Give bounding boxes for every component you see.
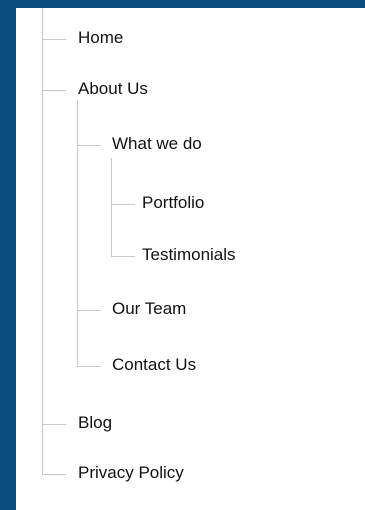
tree-line-contact-us (77, 366, 101, 367)
tree-line-testimonials (111, 256, 135, 257)
menu-item-home[interactable]: Home (78, 28, 123, 48)
menu-item-blog[interactable]: Blog (78, 413, 112, 433)
menu-item-about-us[interactable]: About Us (78, 79, 148, 99)
tree-line-level-2-vertical (111, 158, 112, 256)
tree-line-home (42, 39, 66, 40)
tree-line-our-team (77, 310, 101, 311)
menu-item-our-team[interactable]: Our Team (112, 299, 186, 319)
tree-line-level-1-vertical (77, 100, 78, 366)
tree-line-portfolio (111, 204, 135, 205)
tree-line-about-us (42, 90, 66, 91)
menu-item-contact-us[interactable]: Contact Us (112, 355, 196, 375)
menu-item-testimonials[interactable]: Testimonials (142, 245, 236, 265)
tree-line-what-we-do (77, 145, 101, 146)
tree-line-privacy-policy (42, 474, 66, 475)
menu-item-what-we-do[interactable]: What we do (112, 134, 202, 154)
tree-line-blog (42, 424, 66, 425)
menu-item-privacy-policy[interactable]: Privacy Policy (78, 463, 184, 483)
tree-line-level-0-vertical (42, 8, 43, 474)
site-menu-tree: Home About Us What we do Portfolio Testi… (16, 8, 365, 510)
menu-item-portfolio[interactable]: Portfolio (142, 193, 204, 213)
